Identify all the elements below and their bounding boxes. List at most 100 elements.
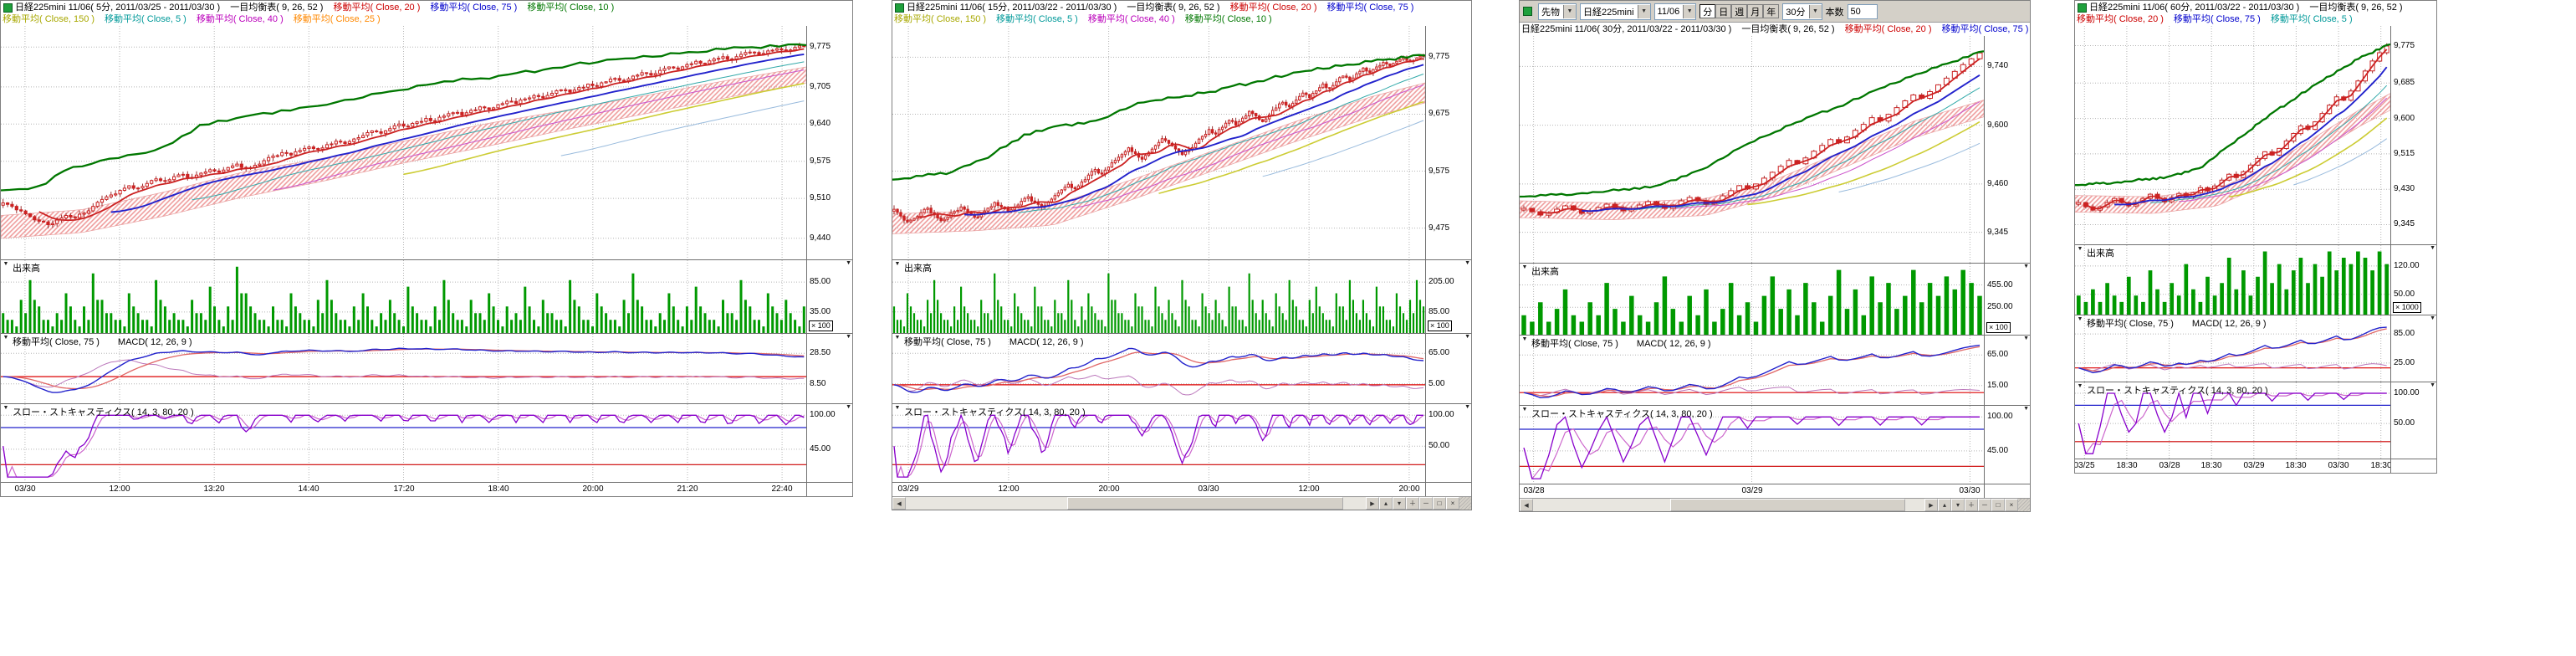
chevron-down-icon[interactable]: ▼: [1809, 5, 1822, 18]
pane-collapse-icon[interactable]: ▼: [1464, 404, 1470, 411]
chart-title-row: 日経225mini 11/06( 5分, 2011/03/25 - 2011/0…: [3, 2, 851, 13]
contract-select-value: 11/06: [1658, 7, 1680, 17]
resize-grip-icon[interactable]: [1459, 497, 1471, 510]
pane-collapse-icon[interactable]: ▼: [2, 334, 10, 342]
mini-tool-button[interactable]: ＋: [1406, 497, 1419, 510]
bar-count-label: 本数: [1826, 5, 1844, 18]
price-axis-label: 9,575: [810, 156, 831, 166]
period-button[interactable]: 週: [1731, 4, 1747, 18]
indicator-label: 移動平均( Close, 10 ): [527, 2, 614, 13]
time-axis-label: 12:00: [109, 484, 130, 494]
axis-filler: [1426, 483, 1471, 496]
pane-collapse-icon[interactable]: ▼: [1464, 334, 1470, 341]
instrument-select[interactable]: 日経225mini▼: [1580, 3, 1651, 20]
mini-tool-button[interactable]: ×: [1446, 497, 1459, 510]
macd-params-label: MACD( 12, 26, 9 ): [2192, 319, 2267, 329]
indicator-label: 移動平均( Close, 75 ): [1942, 23, 2028, 35]
mini-tool-button[interactable]: □: [1991, 499, 2005, 511]
macd-axis-segment: 28.508.50▼: [807, 334, 852, 404]
scroll-track[interactable]: [906, 497, 1366, 510]
mini-tool-button[interactable]: －: [1978, 499, 1991, 511]
period-button[interactable]: 年: [1763, 4, 1779, 18]
price-axis-label: 9,640: [810, 119, 831, 128]
volume-multiplier-badge: × 1000: [2393, 302, 2421, 313]
pane-collapse-icon[interactable]: ▼: [2076, 245, 2084, 254]
pane-collapse-icon[interactable]: ▼: [893, 334, 902, 342]
scroll-left-button[interactable]: ◀: [1520, 499, 1533, 511]
chart-title-row: 日経225mini 11/06( 30分, 2011/03/22 - 2011/…: [1521, 23, 2028, 35]
bar-count-input[interactable]: 50: [1848, 4, 1878, 19]
indicator-label: 移動平均( Close, 25 ): [294, 13, 381, 25]
scroll-thumb[interactable]: [1067, 497, 1343, 510]
chevron-down-icon[interactable]: ▼: [1563, 5, 1576, 18]
horizontal-scrollbar[interactable]: ◀ ▶ ▴▾＋－□×: [892, 496, 1471, 510]
value-axis-column: 9,7759,7059,6409,5759,5109,44085.0035.00…: [806, 26, 852, 496]
instrument-title: 日経225mini 11/06( 5分, 2011/03/25 - 2011/0…: [15, 2, 220, 13]
stoch-axis-label: 50.00: [2394, 418, 2415, 428]
pane-collapse-icon[interactable]: ▼: [846, 404, 851, 411]
instrument-title: 日経225mini 11/06( 30分, 2011/03/22 - 2011/…: [1521, 23, 1731, 35]
scroll-thumb[interactable]: [1670, 499, 1905, 511]
pane-collapse-icon[interactable]: ▼: [893, 260, 902, 269]
scroll-right-button[interactable]: ▶: [1366, 497, 1379, 510]
pane-collapse-icon[interactable]: ▼: [893, 404, 902, 413]
mini-tool-button[interactable]: ▴: [1379, 497, 1393, 510]
time-axis-label: 14:40: [298, 484, 319, 494]
price-axis-label: 9,740: [1987, 61, 2008, 70]
pane-collapse-icon[interactable]: ▼: [2076, 382, 2084, 391]
pane-collapse-icon[interactable]: ▼: [1521, 406, 1529, 414]
pane-collapse-icon[interactable]: ▼: [2, 404, 10, 413]
price-pane: [1, 26, 806, 260]
pane-collapse-icon[interactable]: ▼: [1521, 336, 1529, 344]
time-axis: 03/2912:0020:0003/3012:0020:00: [892, 483, 1425, 496]
axis-filler: [2391, 459, 2436, 473]
chart-window: 先物▼ 日経225mini▼ 11/06▼ 分日週月年 30分▼ 本数 50 日…: [1519, 0, 2031, 512]
pane-collapse-icon[interactable]: ▼: [2, 260, 10, 269]
chart-toolbar: 先物▼ 日経225mini▼ 11/06▼ 分日週月年 30分▼ 本数 50: [1520, 1, 2030, 23]
pane-collapse-icon[interactable]: ▼: [1464, 260, 1470, 267]
contract-select[interactable]: 11/06▼: [1654, 3, 1697, 20]
pane-collapse-icon[interactable]: ▼: [2076, 315, 2084, 324]
period-button[interactable]: 月: [1747, 4, 1763, 18]
pane-collapse-icon[interactable]: ▼: [2023, 406, 2029, 413]
interval-select[interactable]: 30分▼: [1782, 3, 1822, 20]
volume-multiplier-badge: × 100: [809, 320, 833, 331]
scroll-left-button[interactable]: ◀: [892, 497, 906, 510]
pane-collapse-icon[interactable]: ▼: [846, 260, 851, 267]
scroll-right-button[interactable]: ▶: [1924, 499, 1938, 511]
mini-toolbar: ▴▾＋－□×: [1379, 497, 1459, 510]
chart-title-row: 移動平均( Close, 150 )移動平均( Close, 5 )移動平均( …: [3, 13, 851, 25]
volume-axis-label: 85.00: [810, 277, 831, 286]
mini-tool-button[interactable]: －: [1419, 497, 1433, 510]
macd-ma-label: 移動平均( Close, 75 ): [1531, 339, 1618, 349]
period-button[interactable]: 分: [1699, 4, 1715, 18]
chevron-down-icon[interactable]: ▼: [1683, 5, 1695, 18]
indicator-label: 移動平均( Close, 40 ): [1088, 13, 1175, 25]
mini-tool-button[interactable]: ▾: [1951, 499, 1965, 511]
mini-tool-button[interactable]: ×: [2005, 499, 2018, 511]
pane-collapse-icon[interactable]: ▼: [2430, 382, 2435, 389]
mini-tool-button[interactable]: ▴: [1938, 499, 1951, 511]
pane-collapse-icon[interactable]: ▼: [2023, 336, 2029, 342]
time-axis-label: 03/29: [2243, 461, 2264, 470]
horizontal-scrollbar[interactable]: ◀ ▶ ▴▾＋－□×: [1520, 498, 2030, 511]
period-button[interactable]: 日: [1715, 4, 1731, 18]
pane-collapse-icon[interactable]: ▼: [2430, 245, 2435, 252]
resize-grip-icon[interactable]: [2018, 499, 2030, 511]
mini-tool-button[interactable]: ▾: [1393, 497, 1406, 510]
mini-tool-button[interactable]: □: [1433, 497, 1446, 510]
value-axis-column: 9,7409,6009,4609,345455.00250.00▼× 10065…: [1984, 36, 2030, 498]
mini-tool-button[interactable]: ＋: [1965, 499, 1978, 511]
pane-collapse-icon[interactable]: ▼: [2430, 315, 2435, 322]
scroll-track[interactable]: [1533, 499, 1924, 511]
pane-collapse-icon[interactable]: ▼: [2023, 264, 2029, 270]
market-select[interactable]: 先物▼: [1538, 3, 1577, 20]
chevron-down-icon[interactable]: ▼: [1638, 5, 1650, 18]
volume-axis-segment: 120.0050.00▼× 1000: [2391, 245, 2436, 315]
price-axis-label: 9,460: [1987, 179, 2008, 188]
pane-collapse-icon[interactable]: ▼: [846, 334, 851, 341]
pane-collapse-icon[interactable]: ▼: [1521, 264, 1529, 272]
market-select-value: 先物: [1541, 5, 1560, 18]
time-axis-label: 18:30: [2285, 461, 2306, 470]
indicator-label: 移動平均( Close, 20 ): [1230, 2, 1317, 13]
